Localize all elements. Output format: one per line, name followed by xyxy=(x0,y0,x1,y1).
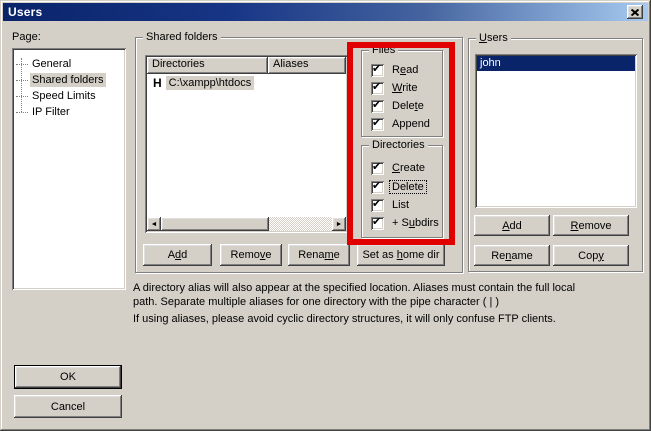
dirs-list-row[interactable]: List xyxy=(371,198,411,212)
delete-dirs-checkbox-label: Delete xyxy=(390,181,426,193)
delete-dirs-checkbox[interactable] xyxy=(371,181,384,194)
tree-item-label: IP Filter xyxy=(30,105,72,119)
home-flag: H xyxy=(147,76,166,90)
dirs-create-row[interactable]: Create xyxy=(371,161,427,175)
cancel-button[interactable]: Cancel xyxy=(14,395,122,418)
alias-help-line-1: A directory alias will also appear at th… xyxy=(133,281,645,295)
append-checkbox[interactable] xyxy=(371,118,384,131)
alias-help-text: A directory alias will also appear at th… xyxy=(133,281,645,326)
remove-directory-button[interactable]: Remove xyxy=(220,244,282,266)
tree-item-shared-folders[interactable]: Shared folders xyxy=(16,72,106,88)
remove-directory-button-label: Remove xyxy=(231,249,272,261)
scroll-left-button[interactable]: ◄ xyxy=(147,217,161,231)
ok-button-label: OK xyxy=(60,371,76,383)
page-label: Page: xyxy=(12,31,41,43)
rename-user-button[interactable]: Rename xyxy=(474,245,550,266)
tree-connector xyxy=(16,64,28,65)
rename-user-button-label: Rename xyxy=(491,250,533,262)
add-directory-button-label: Add xyxy=(168,249,188,261)
scroll-right-button[interactable]: ► xyxy=(332,217,346,231)
ok-button[interactable]: OK xyxy=(14,365,122,389)
read-checkbox[interactable] xyxy=(371,64,384,77)
list-checkbox-label: List xyxy=(390,199,411,211)
left-arrow-icon: ◄ xyxy=(151,221,158,228)
users-list[interactable]: john xyxy=(475,54,637,208)
tree-item-label: General xyxy=(30,57,73,71)
append-checkbox-label: Append xyxy=(390,118,432,130)
read-checkbox-label: Read xyxy=(390,64,420,76)
users-group-title: Users xyxy=(476,32,511,44)
create-checkbox-label: Create xyxy=(390,162,427,174)
delete-files-checkbox[interactable] xyxy=(371,100,384,113)
list-checkbox[interactable] xyxy=(371,199,384,212)
remove-user-button[interactable]: Remove xyxy=(553,215,629,236)
column-header-aliases[interactable]: Aliases xyxy=(268,57,346,74)
files-append-row[interactable]: Append xyxy=(371,117,432,131)
page-tree[interactable]: General Shared folders Speed Limits IP F… xyxy=(12,48,126,290)
tree-item-general[interactable]: General xyxy=(16,56,73,72)
right-arrow-icon: ► xyxy=(336,221,343,228)
list-header: Directories Aliases xyxy=(147,57,346,74)
remove-user-button-label: Remove xyxy=(571,220,612,232)
add-directory-button[interactable]: Add xyxy=(143,244,212,266)
titlebar[interactable]: Users xyxy=(3,3,648,21)
tree-connector xyxy=(16,112,28,113)
window-title: Users xyxy=(3,5,42,19)
set-as-home-dir-button-label: Set as home dir xyxy=(362,249,439,261)
directories-group-title: Directories xyxy=(369,139,428,151)
directory-path: C:\xampp\htdocs xyxy=(166,76,255,90)
rename-directory-button-label: Rename xyxy=(298,249,340,261)
write-checkbox-label: Write xyxy=(390,82,419,94)
tree-connector xyxy=(16,96,28,97)
alias-help-line-2: path. Separate multiple aliases for one … xyxy=(133,295,645,309)
user-row-john[interactable]: john xyxy=(477,56,635,71)
files-read-row[interactable]: Read xyxy=(371,63,420,77)
users-dialog: Users Page: General Shared folders Speed… xyxy=(0,0,651,431)
copy-user-button-label: Copy xyxy=(578,250,604,262)
files-group-title: Files xyxy=(369,44,398,56)
add-user-button[interactable]: Add xyxy=(474,215,550,236)
rename-directory-button[interactable]: Rename xyxy=(288,244,350,266)
horizontal-scrollbar[interactable]: ◄ ► xyxy=(147,217,346,231)
set-as-home-dir-button[interactable]: Set as home dir xyxy=(357,244,445,266)
subdirs-checkbox-label: + Subdirs xyxy=(390,217,441,229)
add-user-button-label: Add xyxy=(502,220,522,232)
directory-row[interactable]: H C:\xampp\htdocs xyxy=(147,75,254,91)
close-icon xyxy=(631,9,639,16)
files-write-row[interactable]: Write xyxy=(371,81,419,95)
subdirs-checkbox[interactable] xyxy=(371,217,384,230)
tree-item-ip-filter[interactable]: IP Filter xyxy=(16,104,72,120)
write-checkbox[interactable] xyxy=(371,82,384,95)
directories-list[interactable]: Directories Aliases H C:\xampp\htdocs ◄ … xyxy=(145,55,348,233)
close-button[interactable] xyxy=(627,5,643,19)
copy-user-button[interactable]: Copy xyxy=(553,245,629,266)
tree-item-label: Speed Limits xyxy=(30,89,98,103)
shared-folders-group-title: Shared folders xyxy=(143,31,221,43)
tree-connector xyxy=(16,80,28,81)
tree-item-label: Shared folders xyxy=(30,73,106,87)
delete-files-checkbox-label: Delete xyxy=(390,100,426,112)
dirs-delete-row[interactable]: Delete xyxy=(371,180,426,194)
dirs-subdirs-row[interactable]: + Subdirs xyxy=(371,216,441,230)
column-header-directories[interactable]: Directories xyxy=(147,57,268,74)
cancel-button-label: Cancel xyxy=(51,401,85,413)
scrollbar-thumb[interactable] xyxy=(161,217,269,231)
alias-help-line-3: If using aliases, please avoid cyclic di… xyxy=(133,312,645,326)
files-delete-row[interactable]: Delete xyxy=(371,99,426,113)
tree-item-speed-limits[interactable]: Speed Limits xyxy=(16,88,98,104)
create-checkbox[interactable] xyxy=(371,162,384,175)
